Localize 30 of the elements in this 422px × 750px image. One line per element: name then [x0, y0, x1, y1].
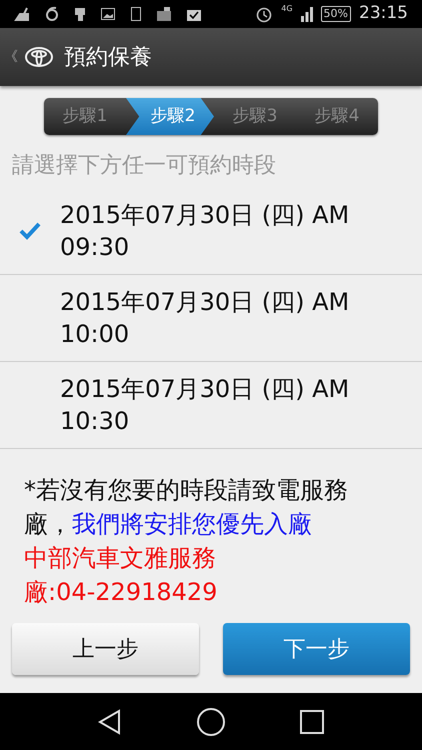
- time-slot-text: 2015年07月30日 (四) AM 10:30: [60, 374, 350, 437]
- next-button[interactable]: 下一步: [223, 623, 410, 675]
- battery-indicator: 50%: [320, 6, 351, 22]
- time-slot-item[interactable]: 2015年07月30日 (四) AM 10:00: [0, 275, 422, 362]
- page-title: 預約保養: [64, 44, 152, 72]
- step-tab[interactable]: 步驟4: [296, 98, 378, 135]
- home-icon[interactable]: [196, 706, 226, 736]
- previous-button[interactable]: 上一步: [12, 623, 199, 675]
- clock-time: 23:15: [359, 2, 408, 26]
- broom-icon: [14, 6, 30, 22]
- image-icon: [100, 6, 116, 22]
- back-chevron[interactable]: 《: [4, 46, 18, 68]
- time-slot-text: 2015年07月30日 (四) AM 09:30: [60, 200, 350, 263]
- recent-apps-icon[interactable]: [299, 708, 326, 734]
- step-tab[interactable]: 步驟1: [44, 98, 126, 135]
- time-slot-text: 2015年07月30日 (四) AM 10:00: [60, 287, 350, 350]
- swirl-icon: [44, 6, 60, 22]
- network-type: 4G: [281, 5, 293, 14]
- signal-icon: [300, 6, 313, 22]
- notice-text: *若沒有您要的時段請致電服務廠，我們將安排您優先入廠: [24, 475, 349, 540]
- step-tab[interactable]: 步驟3: [214, 98, 296, 135]
- back-icon[interactable]: [96, 708, 123, 736]
- step-tab[interactable]: 步驟2: [126, 98, 214, 135]
- prompt-text: 請選擇下方任一可預約時段: [11, 152, 277, 180]
- contact-text: 中部汽車文雅服務廠:04-22918429: [24, 543, 218, 608]
- time-slot-item[interactable]: 2015年07月30日 (四) AM 10:30: [0, 362, 422, 449]
- time-slot-item[interactable]: 2015年07月30日 (四) AM 09:30: [0, 188, 422, 275]
- car-logo-icon: [24, 46, 54, 68]
- tablet-icon: [130, 6, 142, 22]
- alarm-clock-icon: [255, 5, 274, 23]
